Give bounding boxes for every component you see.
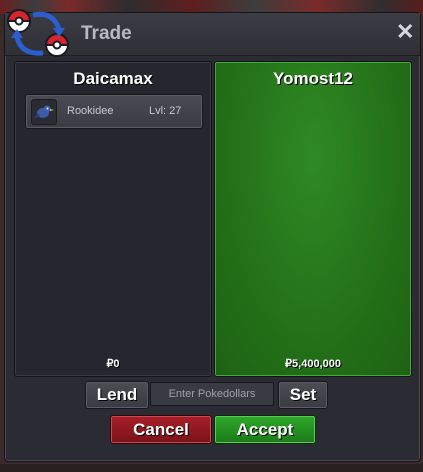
trade-window: Trade ✕ Daicamax Rookidee Lvl: 27 ₽0 Yom…: [4, 9, 421, 462]
partner-offer-money: ₽5,400,000: [285, 358, 341, 370]
partner-player-name: Yomost12: [273, 69, 353, 88]
close-icon[interactable]: ✕: [396, 21, 414, 43]
pokemon-name: Rookidee: [67, 105, 114, 117]
set-button[interactable]: Set: [278, 381, 328, 409]
my-player-name: Daicamax: [73, 69, 153, 88]
game-background-bottom: [0, 464, 423, 472]
cancel-button[interactable]: Cancel: [110, 415, 212, 444]
pokemon-level: Lvl: 27: [149, 105, 182, 117]
pokedollars-input[interactable]: [150, 382, 274, 406]
lend-button[interactable]: Lend: [85, 381, 149, 409]
my-offer-money: ₽0: [106, 358, 120, 370]
window-title: Trade: [81, 23, 132, 44]
partner-offer-panel: Yomost12 ₽5,400,000: [214, 61, 412, 377]
bird-icon: [31, 99, 57, 125]
trade-logo-icon: [6, 9, 70, 57]
my-offer-panel: Daicamax Rookidee Lvl: 27 ₽0: [14, 61, 212, 377]
offer-pokemon-slot[interactable]: Rookidee Lvl: 27: [25, 94, 203, 129]
accept-button[interactable]: Accept: [214, 415, 316, 444]
